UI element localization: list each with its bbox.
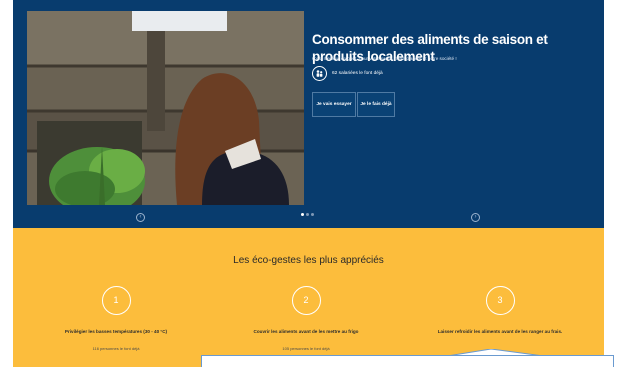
step-number: 1	[101, 286, 131, 315]
step-number: 2	[291, 286, 321, 315]
carousel-prev-icon[interactable]: ‹	[136, 213, 145, 222]
eco-gestes-section: Les éco-gestes les plus appréciés 1 Priv…	[13, 228, 604, 367]
carousel-dots	[301, 213, 316, 216]
carousel-dot[interactable]	[311, 213, 314, 216]
eco-geste-text: Privilégier les basses températures (30 …	[64, 329, 168, 334]
eco-geste-count: 105 personnes le font déjà	[282, 346, 330, 351]
carousel-dot[interactable]	[301, 213, 304, 216]
try-button[interactable]: Je vais essayer	[312, 92, 356, 117]
carousel-next-icon[interactable]: ›	[471, 213, 480, 222]
eco-geste-text: Couvrir les aliments avant de les mettre…	[253, 329, 359, 334]
carousel-dot[interactable]	[306, 213, 309, 216]
participants-stat: 62 salariées le font déjà	[312, 66, 383, 81]
step-number: 3	[485, 286, 515, 315]
eco-geste-card[interactable]: 1 Privilégier les basses températures (3…	[26, 286, 206, 351]
eco-geste-text: Laisser refroidir les aliments avant de …	[437, 329, 563, 334]
tooltip-box	[201, 355, 614, 367]
eco-geste-count: 116 personnes le font déjà	[92, 346, 140, 351]
hero-subtitle: C'est meilleur en goût, pour votre santé…	[312, 56, 457, 61]
eco-geste-card[interactable]: 2 Couvrir les aliments avant de les mett…	[216, 286, 396, 351]
eco-geste-card[interactable]: 3 Laisser refroidir les aliments avant d…	[410, 286, 590, 346]
already-doing-button[interactable]: Je le fais déjà	[357, 92, 395, 117]
participants-count: 62 salariées le font déjà	[332, 71, 383, 76]
section-title: Les éco-gestes les plus appréciés	[233, 255, 384, 266]
people-icon	[312, 66, 327, 81]
hero-image	[27, 11, 304, 205]
